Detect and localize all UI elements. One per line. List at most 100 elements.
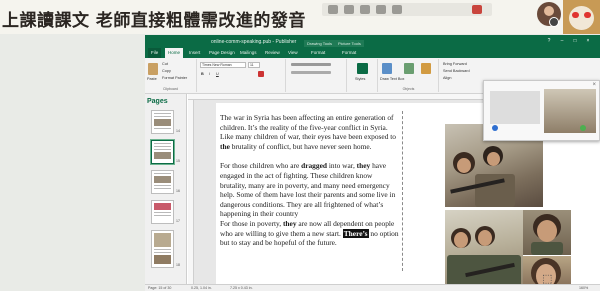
status-bar: Page: 15 of 30 0.25, 1.04 in. 7.25 x 0.4… bbox=[145, 284, 600, 291]
clipboard-group: Paste Cut Copy Format Painter Clipboard bbox=[145, 59, 197, 92]
tab-mailings[interactable]: Mailings bbox=[237, 48, 260, 58]
tab-insert[interactable]: Insert bbox=[186, 48, 203, 58]
list-icon[interactable] bbox=[291, 63, 331, 66]
meeting-bar: 上課讀課文 老師直接粗體需改進的發音 bbox=[0, 0, 600, 34]
styles-icon[interactable] bbox=[357, 63, 368, 74]
mic-icon[interactable] bbox=[328, 5, 338, 14]
tab-home[interactable]: Home bbox=[165, 48, 184, 58]
mic-icon[interactable] bbox=[492, 125, 498, 131]
font-name-select[interactable]: Times New Roman bbox=[200, 62, 246, 68]
close-icon[interactable]: × bbox=[584, 39, 592, 44]
font-color-icon[interactable] bbox=[258, 71, 264, 77]
screen: 上課讀課文 老師直接粗體需改進的發音 online-comm-speaking.… bbox=[0, 0, 600, 291]
meeting-controls bbox=[322, 3, 492, 16]
table-icon[interactable] bbox=[404, 63, 414, 74]
photo-child-portrait[interactable] bbox=[523, 210, 571, 255]
styles-button[interactable]: Styles bbox=[355, 77, 365, 81]
paragraph: The war in Syria has been affecting an e… bbox=[220, 113, 396, 151]
camera-icon[interactable] bbox=[344, 5, 354, 14]
bold-word: the bbox=[220, 141, 230, 151]
send-backward-button[interactable]: Send Backward bbox=[443, 69, 470, 73]
heart-eye-left-icon bbox=[572, 12, 579, 18]
arrange-group: Bring Forward Send Backward Align bbox=[440, 59, 486, 92]
tab-format-drawing[interactable]: Format bbox=[308, 48, 328, 58]
page-number: 17 bbox=[176, 219, 180, 223]
title-bar: online-comm-speaking.pub - Publisher Dra… bbox=[145, 35, 600, 58]
align-icon[interactable] bbox=[291, 71, 331, 74]
zoom-level[interactable]: 160% bbox=[579, 285, 588, 291]
paste-icon[interactable] bbox=[148, 63, 158, 75]
participants-icon[interactable] bbox=[376, 5, 386, 14]
paragraph-group bbox=[287, 59, 347, 92]
leave-call-icon[interactable] bbox=[472, 5, 482, 14]
page-thumbnail[interactable] bbox=[151, 110, 174, 134]
page-number: 14 bbox=[176, 129, 180, 133]
paragraph: For those in poverty, they are now all d… bbox=[220, 218, 399, 248]
photo-girl-fighters[interactable] bbox=[445, 210, 523, 284]
close-icon[interactable]: × bbox=[592, 82, 596, 88]
bold-word: they bbox=[356, 161, 371, 171]
picture-icon[interactable] bbox=[421, 63, 431, 74]
copy-button[interactable]: Copy bbox=[162, 69, 171, 73]
paragraph: For those children who are dragged into … bbox=[220, 161, 396, 219]
selected-highlighted-word[interactable]: There’s bbox=[342, 228, 369, 238]
format-painter-button[interactable]: Format Painter bbox=[162, 76, 187, 80]
bold-word: dragged bbox=[301, 161, 327, 171]
paste-button[interactable]: Paste bbox=[147, 77, 157, 81]
video-preview-popup[interactable]: × bbox=[483, 80, 600, 141]
page-status[interactable]: Page: 15 of 30 bbox=[148, 285, 171, 291]
picture-tools-tab[interactable]: Picture Tools bbox=[335, 40, 364, 47]
share-screen-icon[interactable] bbox=[360, 5, 370, 14]
underline-button[interactable]: U bbox=[216, 72, 219, 76]
tab-file[interactable]: File bbox=[148, 48, 162, 58]
page-thumbnail[interactable] bbox=[151, 170, 174, 194]
window-title: online-comm-speaking.pub - Publisher bbox=[211, 39, 297, 45]
page-thumbnail[interactable] bbox=[151, 200, 174, 224]
text-box-boundary bbox=[402, 111, 403, 271]
size-status: 7.25 x 0.43 in. bbox=[230, 286, 253, 290]
heart-eye-right-icon bbox=[584, 12, 591, 18]
pages-pane: Pages 14 15 16 17 18 bbox=[145, 94, 187, 284]
tab-page-design[interactable]: Page Design bbox=[206, 48, 238, 58]
camera-icon[interactable] bbox=[580, 125, 586, 131]
pages-title: Pages bbox=[147, 98, 168, 105]
preview-thumbnail[interactable] bbox=[490, 91, 540, 124]
body-text-box[interactable]: The war in Syria has been affecting an e… bbox=[220, 113, 400, 277]
meeting-caption: 上課讀課文 老師直接粗體需改進的發音 bbox=[2, 11, 306, 31]
cut-button[interactable]: Cut bbox=[162, 62, 168, 66]
page-number: 18 bbox=[176, 263, 180, 267]
dog-avatar[interactable] bbox=[563, 0, 600, 34]
position-status: 0.25, 1.04 in. bbox=[191, 286, 212, 290]
page-thumbnail[interactable] bbox=[151, 230, 174, 268]
bold-word: they bbox=[282, 218, 297, 228]
bring-forward-button[interactable]: Bring Forward bbox=[443, 62, 467, 66]
font-size-select[interactable]: 11 bbox=[248, 62, 260, 68]
publisher-window: online-comm-speaking.pub - Publisher Dra… bbox=[145, 35, 600, 291]
minimize-icon[interactable]: – bbox=[558, 39, 566, 44]
dog-face-icon bbox=[569, 6, 594, 30]
chat-icon[interactable] bbox=[392, 5, 402, 14]
italic-button[interactable]: I bbox=[209, 72, 210, 76]
align-button[interactable]: Align bbox=[443, 76, 451, 80]
draw-text-box-icon[interactable] bbox=[382, 63, 392, 74]
help-icon[interactable]: ? bbox=[545, 39, 553, 44]
clipboard-label: Clipboard bbox=[163, 87, 178, 91]
bold-button[interactable]: B bbox=[201, 72, 204, 76]
maximize-icon[interactable]: □ bbox=[571, 39, 579, 44]
participant-badge-icon bbox=[549, 17, 559, 27]
tab-view[interactable]: View bbox=[285, 48, 301, 58]
page-number: 16 bbox=[176, 189, 180, 193]
tab-review[interactable]: Review bbox=[262, 48, 283, 58]
font-group: Times New Roman 11 B I U bbox=[198, 59, 286, 92]
objects-label: Objects bbox=[402, 87, 415, 91]
tab-format-picture[interactable]: Format bbox=[339, 48, 359, 58]
draw-text-box-button[interactable]: Draw Text Box bbox=[380, 77, 404, 81]
drawing-tools-tab[interactable]: Drawing Tools bbox=[304, 40, 336, 47]
objects-group: Draw Text Box Objects bbox=[379, 59, 439, 92]
ribbon-tabs: File Home Insert Page Design Mailings Re… bbox=[145, 48, 600, 58]
share-stop-icon[interactable]: ⬚ bbox=[542, 272, 552, 285]
page-number: 15 bbox=[176, 159, 180, 163]
page-thumbnail-selected[interactable] bbox=[150, 139, 175, 165]
vertical-ruler bbox=[188, 100, 194, 284]
preview-thumbnail[interactable] bbox=[544, 89, 596, 133]
